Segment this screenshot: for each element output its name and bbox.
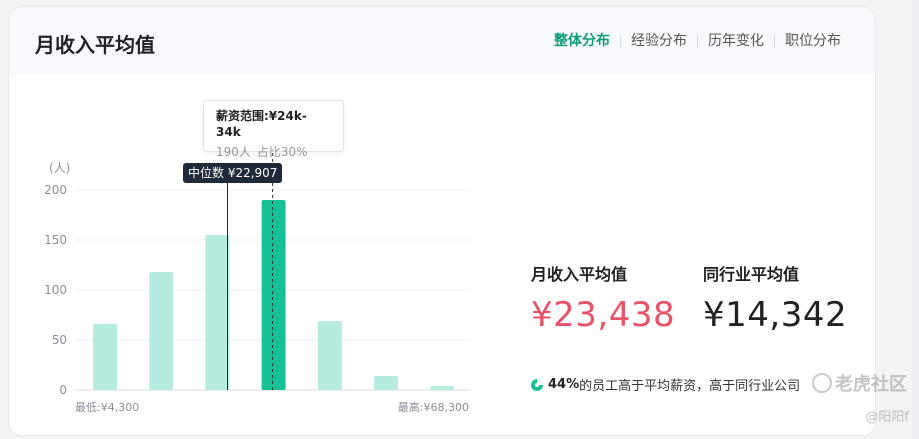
tooltip-count: 190人 (216, 145, 251, 159)
industry-average-label: 同行业平均值 (703, 265, 800, 284)
x-min-label: 最低:¥4,300 (75, 401, 139, 414)
watermark-brand: 老虎社区 (835, 374, 907, 395)
bar (93, 324, 117, 390)
bar (374, 376, 398, 390)
y-tick-label: 150 (44, 233, 67, 247)
y-tick-label: 100 (44, 283, 67, 297)
pie-chart-icon (531, 378, 543, 391)
note-percent: 44% (548, 377, 580, 392)
x-max-label: 最高:¥68,300 (398, 400, 469, 414)
y-tick-label: 50 (52, 333, 67, 347)
salary-card: 月收入平均值 整体分布 经验分布 历年变化 职位分布 0 50 100 150 200(… (8, 6, 876, 436)
tooltip-share: 占比30% (256, 145, 308, 159)
highlighted-bar (261, 200, 286, 390)
bar-tooltip: 薪资范围:¥24k-34k 190人 占比30% (203, 100, 344, 159)
scrollbar-track[interactable] (912, 0, 919, 439)
bar (317, 321, 342, 390)
average-salary-value: ¥23,438 (531, 295, 676, 335)
y-tick-label: 0 (59, 383, 67, 397)
note-text: 的员工高于平均薪资，高于同行业公司 (579, 379, 801, 394)
tooltip-range: 薪资范围:¥24k-34k (216, 109, 307, 139)
industry-average-stat: 同行业平均值 ¥14,342 (703, 261, 847, 335)
bar (205, 235, 230, 390)
watermark-user: @阳阳f (865, 410, 909, 425)
average-salary-label: 月收入平均值 (531, 265, 628, 284)
watermark-logo-icon (812, 373, 832, 393)
bar (430, 386, 455, 390)
bar (149, 272, 174, 390)
salary-distribution-chart: 0 50 100 150 200 (人) 最低:¥4,300 最高:¥68,300 (44, 147, 471, 414)
watermark: 老虎社区 (812, 370, 907, 396)
y-tick-label: 200 (44, 183, 67, 197)
y-unit-label: (人) (49, 161, 70, 175)
industry-average-value: ¥14,342 (703, 295, 848, 335)
average-salary-stat: 月收入平均值 ¥23,438 (531, 261, 675, 335)
median-label: 中位数 ¥22,907 (183, 163, 283, 183)
comparison-note: 44% 的员工高于平均薪资，高于同行业公司 (531, 375, 800, 394)
tooltip-detail: 190人 占比30% (216, 144, 331, 160)
